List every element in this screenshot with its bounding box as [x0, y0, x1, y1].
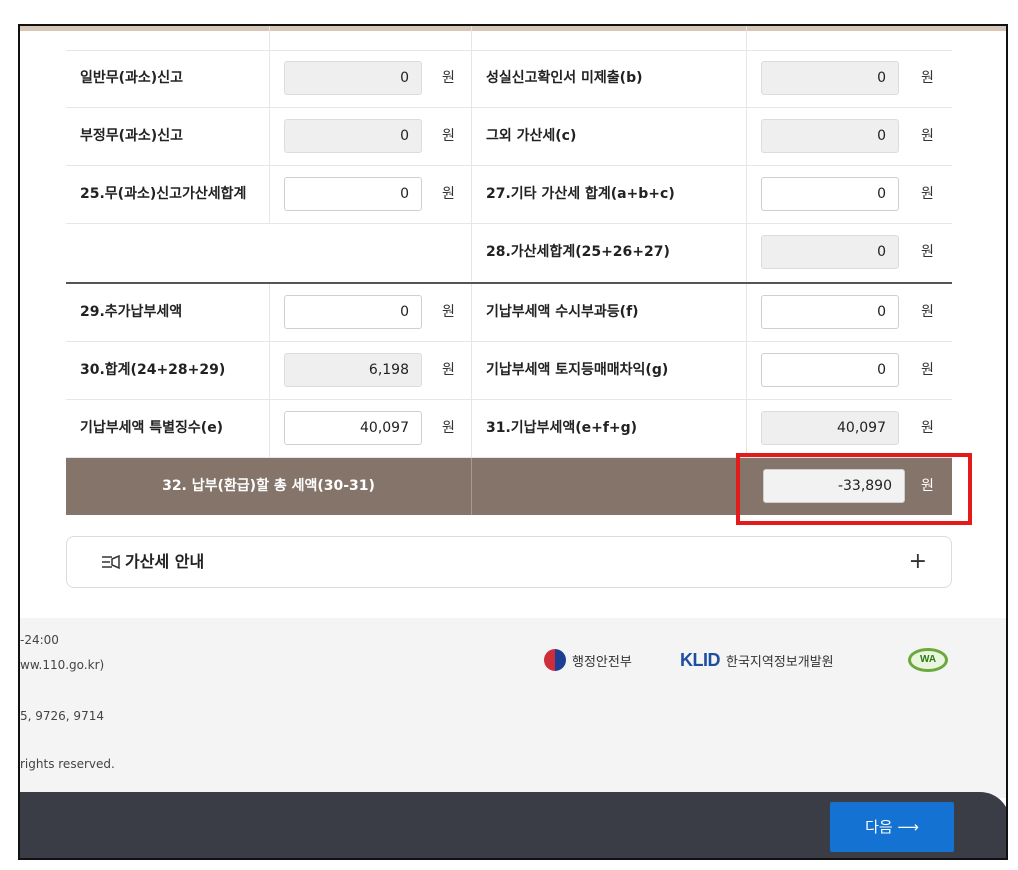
cell-divider: [746, 26, 747, 50]
amount-field[interactable]: 0: [284, 177, 422, 211]
mois-logo-text: 행정안전부: [572, 654, 632, 670]
unit-label: 원: [921, 420, 934, 436]
row-label: 기납부세액 특별징수(e): [80, 420, 224, 436]
unit-label: 원: [921, 186, 934, 202]
amount-field[interactable]: 40,097: [761, 411, 899, 445]
row-label: 그외 가산세(c): [486, 128, 577, 144]
amount-field[interactable]: 0: [761, 61, 899, 95]
footer-website: ww.110.go.kr): [20, 658, 105, 672]
penalty-guide-accordion[interactable]: 가산세 안내 +: [66, 536, 952, 588]
cell-divider: [471, 400, 472, 457]
table-row: 28.가산세합계(25+26+27) 0 원: [66, 224, 952, 281]
row-label: 기납부세액 수시부과등(f): [486, 304, 639, 320]
klid-logo-text: 한국지역정보개발원: [726, 654, 834, 670]
mois-logo[interactable]: 행정안전부: [544, 648, 632, 672]
cell-divider: [471, 50, 472, 107]
cell-divider: [471, 166, 472, 223]
cell-divider: [746, 108, 747, 165]
amount-field[interactable]: 0: [761, 295, 899, 329]
row-label: 28.가산세합계(25+26+27): [486, 244, 670, 260]
amount-field[interactable]: 0: [761, 177, 899, 211]
list-icon: [101, 554, 121, 574]
cell-divider: [746, 166, 747, 223]
amount-field[interactable]: 0: [761, 235, 899, 269]
cell-divider: [746, 342, 747, 399]
footer: -24:00 ww.110.go.kr) 5, 9726, 9714 right…: [20, 618, 1006, 798]
table-row: 부정무(과소)신고 0 원 그외 가산세(c) 0 원: [66, 108, 952, 166]
table-row-partial: [66, 26, 952, 51]
table-row: 기납부세액 특별징수(e) 40,097 원 31.기납부세액(e+f+g) 4…: [66, 400, 952, 458]
row-label: 29.추가납부세액: [80, 304, 183, 320]
row-label: 31.기납부세액(e+f+g): [486, 420, 638, 436]
cell-divider: [471, 458, 472, 515]
unit-label: 원: [921, 244, 934, 260]
cell-divider: [746, 224, 747, 281]
cell-divider: [269, 284, 270, 341]
row-label: 30.합계(24+28+29): [80, 362, 226, 378]
guide-title: 가산세 안내: [125, 552, 205, 571]
row-label: 부정무(과소)신고: [80, 128, 183, 144]
amount-field[interactable]: 40,097: [284, 411, 422, 445]
amount-field[interactable]: 0: [284, 61, 422, 95]
cell-divider: [269, 26, 270, 50]
unit-label: 원: [442, 420, 455, 436]
cell-divider: [269, 400, 270, 457]
cell-divider: [471, 224, 472, 281]
unit-label: 원: [442, 186, 455, 202]
cell-divider: [269, 166, 270, 223]
next-button[interactable]: 다음 ⟶: [830, 802, 954, 852]
cell-divider: [471, 342, 472, 399]
unit-label: 원: [921, 128, 934, 144]
cell-divider: [269, 108, 270, 165]
table-row: 29.추가납부세액 0 원 기납부세액 수시부과등(f) 0 원: [66, 284, 952, 342]
footer-copyright: rights reserved.: [20, 757, 115, 771]
unit-label: 원: [921, 70, 934, 86]
row-label: 기납부세액 토지등매매차익(g): [486, 362, 669, 378]
amount-field[interactable]: 0: [761, 353, 899, 387]
amount-field[interactable]: 0: [284, 119, 422, 153]
unit-label: 원: [442, 70, 455, 86]
klid-logo[interactable]: KLID 한국지역정보개발원: [680, 648, 834, 672]
expand-plus-icon[interactable]: +: [909, 537, 927, 587]
web-accessibility-mark: WA: [908, 648, 948, 672]
cell-divider: [746, 400, 747, 457]
taegeuk-icon: [544, 649, 566, 671]
cell-divider: [269, 50, 270, 107]
footer-phone: 5, 9726, 9714: [20, 709, 104, 723]
cell-divider: [269, 342, 270, 399]
page-frame: 일반무(과소)신고 0 원 성실신고확인서 미제출(b) 0 원 부정무(과소)…: [18, 24, 1008, 860]
amount-field[interactable]: 0: [761, 119, 899, 153]
row-label: 성실신고확인서 미제출(b): [486, 70, 643, 86]
cell-divider: [471, 108, 472, 165]
amount-field[interactable]: 6,198: [284, 353, 422, 387]
cell-divider: [746, 284, 747, 341]
unit-label: 원: [442, 304, 455, 320]
table-row: 30.합계(24+28+29) 6,198 원 기납부세액 토지등매매차익(g)…: [66, 342, 952, 400]
bottom-action-bar: 다음 ⟶: [20, 792, 1006, 858]
amount-field[interactable]: 0: [284, 295, 422, 329]
row-label: 25.무(과소)신고가산세합계: [80, 186, 247, 202]
highlight-box: [736, 453, 972, 525]
unit-label: 원: [921, 304, 934, 320]
table-row: 일반무(과소)신고 0 원 성실신고확인서 미제출(b) 0 원: [66, 50, 952, 108]
table-row: 25.무(과소)신고가산세합계 0 원 27.기타 가산세 합계(a+b+c) …: [66, 166, 952, 224]
unit-label: 원: [442, 128, 455, 144]
total-label: 32. 납부(환급)할 총 세액(30-31): [162, 478, 375, 494]
row-label: 27.기타 가산세 합계(a+b+c): [486, 186, 675, 202]
unit-label: 원: [921, 362, 934, 378]
footer-hours: -24:00: [20, 633, 59, 647]
unit-label: 원: [442, 362, 455, 378]
cell-divider: [471, 26, 472, 50]
row-label: 일반무(과소)신고: [80, 70, 183, 86]
cell-divider: [746, 50, 747, 107]
cell-divider: [471, 284, 472, 341]
klid-mark: KLID: [680, 649, 721, 670]
